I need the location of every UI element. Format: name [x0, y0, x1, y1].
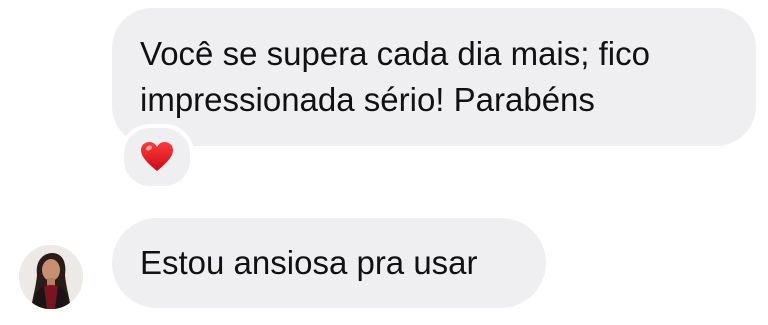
avatar[interactable]: [19, 245, 83, 309]
reaction-badge[interactable]: [120, 124, 194, 190]
message-bubble[interactable]: Estou ansiosa pra usar: [112, 218, 546, 308]
message-text: Você se supera cada dia mais; fico impre…: [140, 35, 650, 118]
user-avatar-image: [19, 245, 83, 309]
message-bubble[interactable]: Você se supera cada dia mais; fico impre…: [112, 8, 756, 146]
message-text: Estou ansiosa pra usar: [140, 244, 478, 281]
heart-icon: [141, 142, 173, 171]
chat-thread: Você se supera cada dia mais; fico impre…: [0, 0, 768, 325]
